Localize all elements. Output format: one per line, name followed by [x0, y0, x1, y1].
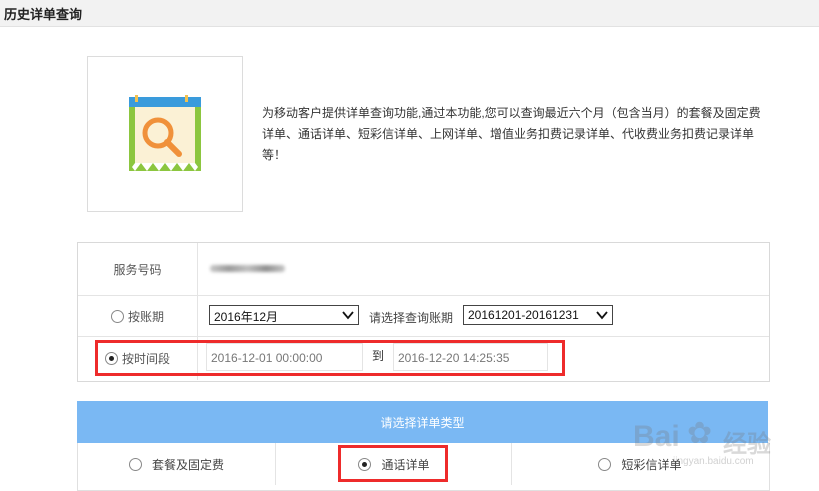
billing-range-value: 20161201-20161231: [468, 308, 579, 322]
billing-period-row: 按账期 2016年12月 请选择查询账期 20161201-20161231: [78, 296, 769, 337]
radio-icon[interactable]: [110, 309, 124, 323]
intro-text: 为移动客户提供详单查询功能,通过本功能,您可以查询最近六个月（包含当月）的套餐及…: [262, 106, 761, 162]
query-illustration: [87, 56, 243, 212]
by-period-radio[interactable]: 按账期: [78, 296, 198, 336]
time-range-highlight: [95, 340, 565, 376]
radio-icon[interactable]: [128, 457, 142, 471]
chevron-down-icon: [342, 311, 354, 320]
type-option-package[interactable]: 套餐及固定费: [78, 443, 275, 485]
watermark-brand: Bai: [633, 420, 680, 453]
billing-month-select[interactable]: 2016年12月: [209, 305, 359, 325]
billing-month-value: 2016年12月: [214, 310, 279, 324]
service-number-value: [198, 243, 768, 295]
masked-number: [210, 265, 285, 272]
billing-range-select[interactable]: 20161201-20161231: [463, 305, 613, 325]
type-option-label: 套餐及固定费: [151, 457, 224, 472]
baidu-watermark: Bai ✿ 经验 jingyan.baidu.com: [603, 400, 803, 480]
billing-range-prompt: 请选择查询账期: [369, 311, 454, 325]
page-title: 历史详单查询: [4, 7, 83, 22]
chevron-down-icon: [596, 311, 608, 320]
paw-icon: ✿: [687, 417, 713, 450]
by-period-label: 按账期: [127, 309, 164, 324]
service-number-label: 服务号码: [78, 243, 198, 295]
watermark-brand-cn: 经验: [723, 431, 771, 458]
watermark-url: jingyan.baidu.com: [673, 456, 754, 467]
service-number-row: 服务号码: [78, 243, 769, 296]
page-header: 历史详单查询: [0, 0, 819, 27]
call-detail-highlight: [338, 445, 448, 482]
bill-search-icon: [129, 95, 201, 171]
